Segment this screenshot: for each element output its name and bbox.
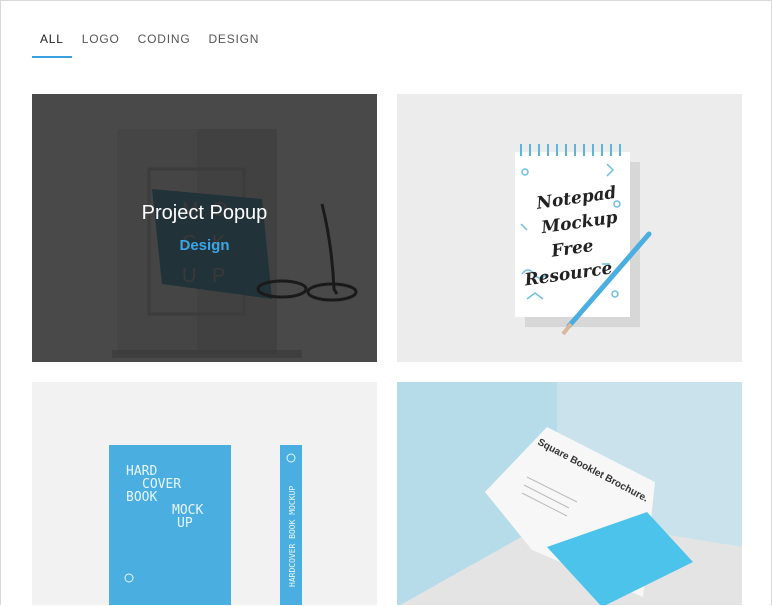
project-category[interactable]: Design xyxy=(179,237,229,254)
brochure-image: Square Booklet Brochure. xyxy=(397,382,742,605)
book-image: HARD COVER BOOK MOCK UP HARDCOVER BOOK M… xyxy=(109,445,302,605)
portfolio-item-booklet-brochure[interactable]: Square Booklet Brochure. xyxy=(397,382,742,605)
portfolio-section: ALL LOGO CODING DESIGN M O C K U P Proje… xyxy=(0,0,772,605)
portfolio-item-project-popup[interactable]: M O C K U P Project Popup Design xyxy=(32,94,377,362)
filter-tab-logo[interactable]: LOGO xyxy=(74,30,128,58)
cover-text: BOOK xyxy=(126,490,157,505)
filter-tab-design[interactable]: DESIGN xyxy=(200,30,267,58)
notepad-image: Notepad Mockup Free Resource xyxy=(515,144,652,336)
portfolio-item-hardcover-book[interactable]: HARD COVER BOOK MOCK UP HARDCOVER BOOK M… xyxy=(32,382,377,605)
project-title: Project Popup xyxy=(141,202,268,224)
portfolio-item-notepad[interactable]: Notepad Mockup Free Resource xyxy=(397,94,742,362)
spine-text: HARDCOVER BOOK MOCKUP xyxy=(288,486,297,587)
filter-tab-all[interactable]: ALL xyxy=(32,30,72,58)
filter-tab-coding[interactable]: CODING xyxy=(130,30,199,58)
cover-text: UP xyxy=(177,516,193,531)
hover-overlay[interactable]: Project Popup Design xyxy=(32,94,377,362)
filter-tabs: ALL LOGO CODING DESIGN xyxy=(32,30,269,58)
